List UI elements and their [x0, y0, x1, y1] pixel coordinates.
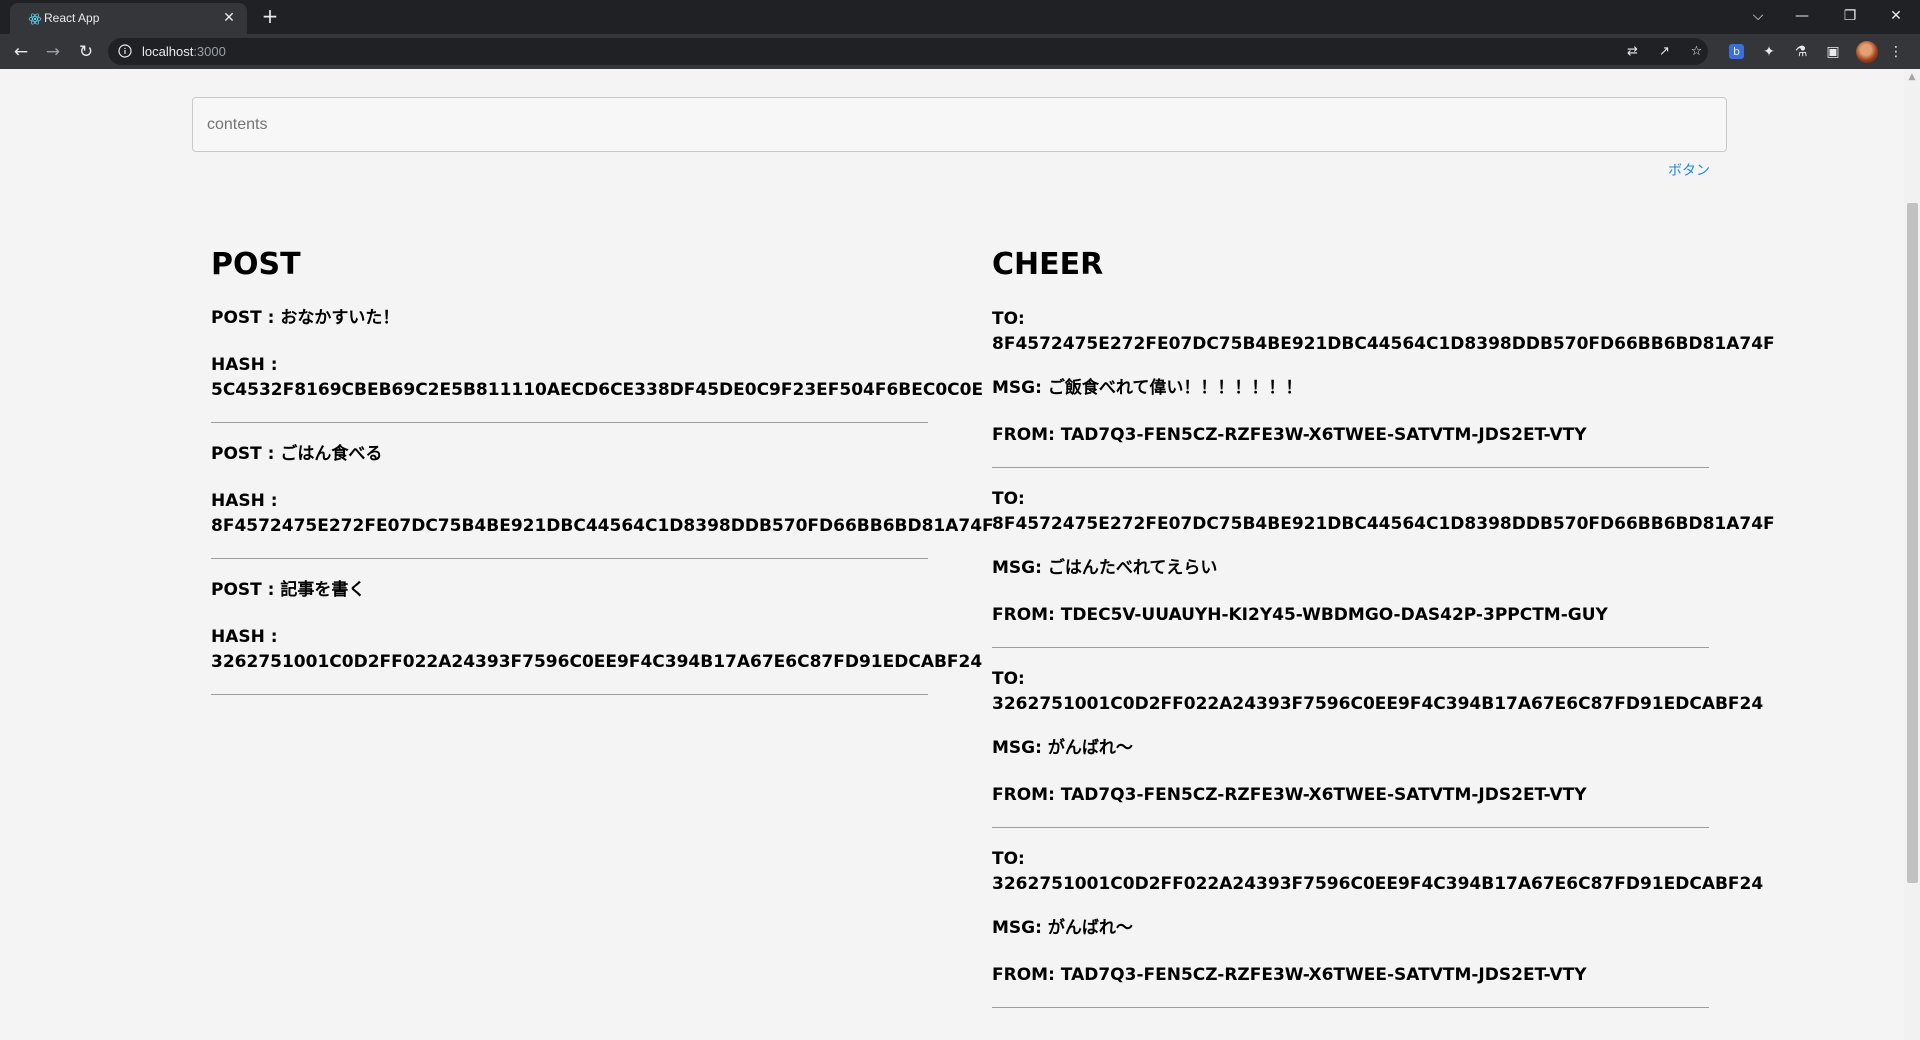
hash-value: 8F4572475E272FE07DC75B4BE921DBC44564C1D8…: [211, 516, 994, 536]
new-tab-button[interactable]: +: [260, 6, 280, 26]
cheer-from: FROM: TDEC5V-UUAUYH-KI2Y45-WBDMGO-DAS42P…: [992, 605, 1608, 625]
more-menu-icon[interactable]: ⋮: [1887, 43, 1905, 61]
profile-avatar[interactable]: [1856, 41, 1878, 63]
hash-label: HASH :: [211, 627, 278, 647]
url-host: localhost: [142, 44, 194, 59]
post-text: POST : 記事を書く: [211, 580, 366, 600]
divider: [211, 694, 928, 695]
divider: [992, 467, 1709, 468]
url-port: :3000: [193, 44, 226, 59]
browser-toolbar: ← → ↻ localhost:3000 ⇄ ↗ ☆ b ✦ ⚗ ▣ ⋮: [0, 34, 1920, 69]
cheer-message: MSG: がんばれ〜: [992, 918, 1133, 938]
minimize-button[interactable]: —: [1790, 6, 1814, 26]
to-hash: 3262751001C0D2FF022A24393F7596C0EE9F4C39…: [992, 694, 1764, 714]
browser-tab-strip: React App ✕ + ⌵ — ❐ ✕: [0, 0, 1920, 34]
url-text: localhost:3000: [142, 44, 226, 59]
cheer-message: MSG: ご飯食べれて偉い！！！！！！！: [992, 378, 1303, 398]
cheer-message: MSG: がんばれ〜: [992, 738, 1133, 758]
to-hash: 8F4572475E272FE07DC75B4BE921DBC44564C1D8…: [992, 334, 1775, 354]
to-label: TO:: [992, 489, 1025, 509]
post-text: POST : おなかすいた！: [211, 308, 400, 328]
tab-search-icon[interactable]: ⌵: [1746, 6, 1770, 26]
tab-close-icon[interactable]: ✕: [221, 10, 237, 26]
browser-tab[interactable]: React App ✕: [10, 3, 247, 34]
side-panel-icon[interactable]: ▣: [1824, 43, 1842, 61]
divider: [992, 647, 1709, 648]
forward-arrow-icon[interactable]: →: [43, 42, 63, 62]
to-label: TO:: [992, 849, 1025, 869]
bookmark-star-icon[interactable]: ☆: [1688, 43, 1705, 60]
page-viewport: ボタン POST POST : おなかすいた！ HASH : 5C4532F81…: [0, 69, 1904, 1040]
to-label: TO:: [992, 309, 1025, 329]
window-close-button[interactable]: ✕: [1884, 6, 1908, 26]
scroll-up-arrow-icon[interactable]: ▲: [1906, 71, 1918, 83]
hash-value: 5C4532F8169CBEB69C2E5B811110AECD6CE338DF…: [211, 380, 984, 400]
cheer-title: CHEER: [992, 247, 1104, 282]
address-bar[interactable]: localhost:3000 ⇄ ↗ ☆: [108, 38, 1708, 65]
translate-icon[interactable]: ⇄: [1624, 43, 1641, 60]
cheer-from: FROM: TAD7Q3-FEN5CZ-RZFE3W-X6TWEE-SATVTM…: [992, 965, 1587, 985]
post-title: POST: [211, 247, 301, 282]
hash-label: HASH :: [211, 355, 278, 375]
divider: [992, 1007, 1709, 1008]
hash-value: 3262751001C0D2FF022A24393F7596C0EE9F4C39…: [211, 652, 983, 672]
divider: [211, 422, 928, 423]
divider: [211, 558, 928, 559]
labs-flask-icon[interactable]: ⚗: [1792, 43, 1810, 61]
tab-title: React App: [44, 11, 100, 25]
back-arrow-icon[interactable]: ←: [11, 42, 31, 62]
extensions-puzzle-icon[interactable]: ✦: [1760, 43, 1778, 61]
scrollbar-thumb[interactable]: [1907, 203, 1918, 883]
contents-input[interactable]: [192, 97, 1727, 152]
to-hash: 8F4572475E272FE07DC75B4BE921DBC44564C1D8…: [992, 514, 1775, 534]
cheer-from: FROM: TAD7Q3-FEN5CZ-RZFE3W-X6TWEE-SATVTM…: [992, 425, 1587, 445]
post-text: POST : ごはん食べる: [211, 444, 383, 464]
submit-button[interactable]: ボタン: [1668, 160, 1710, 180]
restore-button[interactable]: ❐: [1838, 6, 1862, 26]
to-hash: 3262751001C0D2FF022A24393F7596C0EE9F4C39…: [992, 874, 1764, 894]
cheer-from: FROM: TAD7Q3-FEN5CZ-RZFE3W-X6TWEE-SATVTM…: [992, 785, 1587, 805]
cheer-message: MSG: ごはんたべれてえらい: [992, 558, 1218, 578]
hash-label: HASH :: [211, 491, 278, 511]
reload-icon[interactable]: ↻: [76, 42, 96, 62]
to-label: TO:: [992, 669, 1025, 689]
share-icon[interactable]: ↗: [1656, 43, 1673, 60]
extension-icon[interactable]: b: [1729, 44, 1744, 59]
react-logo-icon: [28, 13, 42, 25]
divider: [992, 827, 1709, 828]
info-icon[interactable]: [118, 44, 132, 58]
